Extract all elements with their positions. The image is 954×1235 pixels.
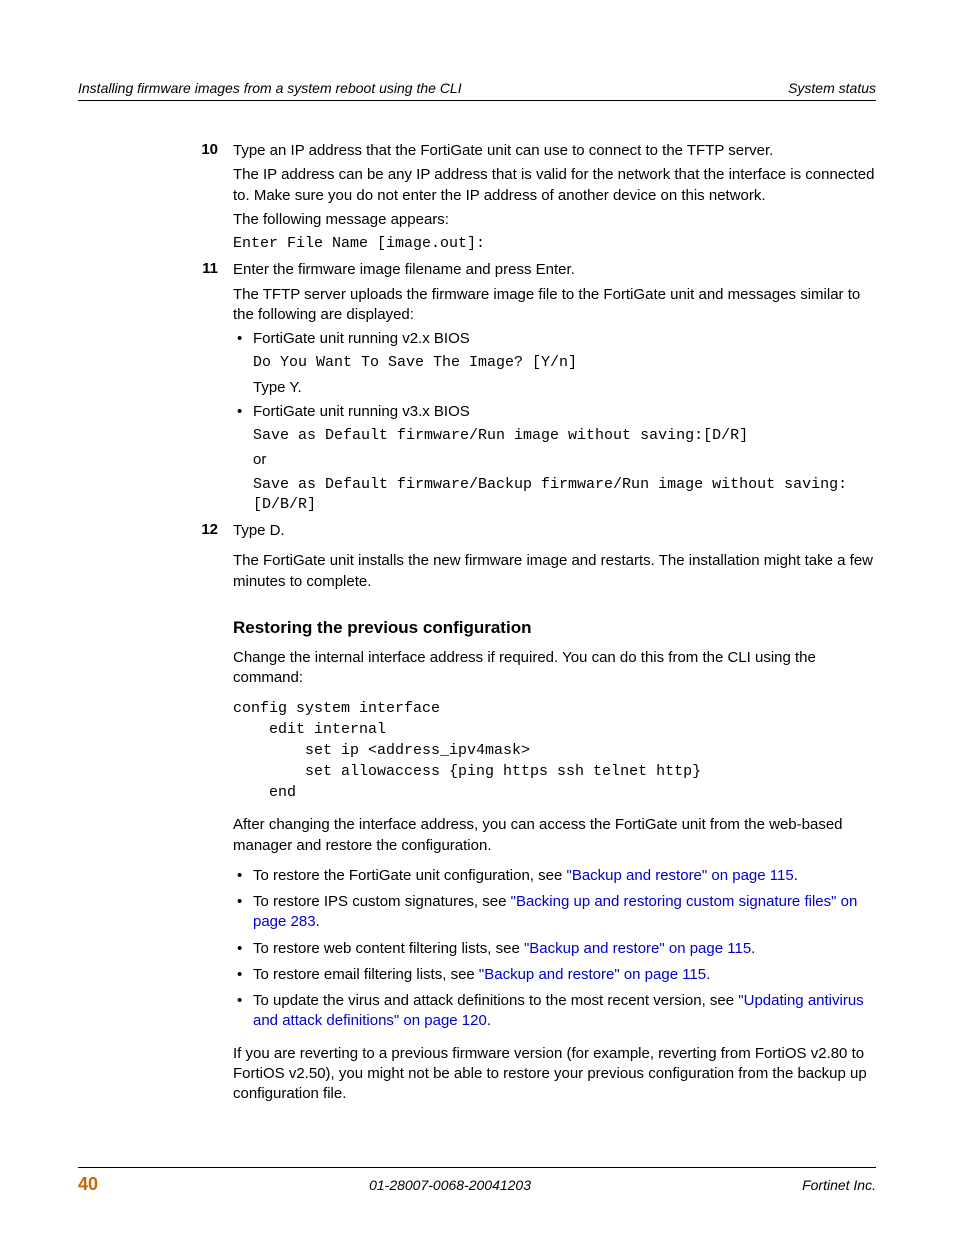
item-text: .	[316, 913, 320, 930]
step-text: or	[253, 450, 876, 470]
step-number: 10	[188, 141, 218, 158]
step-text: The IP address can be any IP address tha…	[233, 165, 876, 206]
list-item: To restore IPS custom signatures, see "B…	[253, 892, 876, 933]
paragraph: If you are reverting to a previous firmw…	[233, 1044, 876, 1105]
step-text: Type Y.	[253, 378, 876, 398]
step-text: The following message appears:	[233, 210, 876, 230]
main-content: 10 Type an IP address that the FortiGate…	[233, 141, 876, 1104]
sub-bullet: FortiGate unit running v3.x BIOS	[253, 402, 876, 422]
header-left: Installing firmware images from a system…	[78, 80, 462, 96]
step-11: 11 Enter the firmware image filename and…	[233, 260, 876, 515]
page-number: 40	[78, 1174, 98, 1195]
item-text: .	[706, 966, 710, 983]
link[interactable]: "Backup and restore" on page 115	[567, 867, 794, 884]
link[interactable]: "Backup and restore" on page 115	[524, 940, 751, 957]
item-text: .	[794, 867, 798, 884]
step-text: Enter the firmware image filename and pr…	[233, 260, 876, 280]
document-id: 01-28007-0068-20041203	[369, 1177, 531, 1193]
step-body: Type D. The FortiGate unit installs the …	[233, 521, 876, 592]
item-text: To update the virus and attack definitio…	[253, 992, 738, 1009]
step-body: Enter the firmware image filename and pr…	[233, 260, 876, 515]
step-text: Type an IP address that the FortiGate un…	[233, 141, 876, 161]
bullet-list: To restore the FortiGate unit configurat…	[253, 866, 876, 1032]
item-text: To restore web content filtering lists, …	[253, 940, 524, 957]
step-number: 12	[188, 521, 218, 538]
item-text: .	[487, 1012, 491, 1029]
code-block: config system interface edit internal se…	[233, 698, 876, 803]
item-text: To restore email filtering lists, see	[253, 966, 479, 983]
section-heading: Restoring the previous configuration	[233, 618, 876, 638]
page-header: Installing firmware images from a system…	[78, 80, 876, 101]
code-line: Save as Default firmware/Backup firmware…	[253, 475, 876, 516]
step-text: The TFTP server uploads the firmware ima…	[233, 285, 876, 326]
step-12: 12 Type D. The FortiGate unit installs t…	[233, 521, 876, 592]
sub-bullet: FortiGate unit running v2.x BIOS	[253, 329, 876, 349]
paragraph: Change the internal interface address if…	[233, 648, 876, 689]
item-text: .	[751, 940, 755, 957]
item-text: To restore IPS custom signatures, see	[253, 893, 511, 910]
step-text: Type D.	[233, 521, 876, 541]
header-right: System status	[788, 80, 876, 96]
code-line: Enter File Name [image.out]:	[233, 234, 876, 254]
company-name: Fortinet Inc.	[802, 1177, 876, 1193]
code-line: Do You Want To Save The Image? [Y/n]	[253, 353, 876, 373]
step-text: The FortiGate unit installs the new firm…	[233, 551, 876, 592]
page-footer: 40 01-28007-0068-20041203 Fortinet Inc.	[78, 1167, 876, 1195]
list-item: To update the virus and attack definitio…	[253, 991, 876, 1032]
item-text: To restore the FortiGate unit configurat…	[253, 867, 567, 884]
list-item: To restore the FortiGate unit configurat…	[253, 866, 876, 886]
step-body: Type an IP address that the FortiGate un…	[233, 141, 876, 254]
step-number: 11	[188, 260, 218, 277]
code-line: Save as Default firmware/Run image witho…	[253, 426, 876, 446]
step-10: 10 Type an IP address that the FortiGate…	[233, 141, 876, 254]
list-item: To restore web content filtering lists, …	[253, 939, 876, 959]
paragraph: After changing the interface address, yo…	[233, 815, 876, 856]
list-item: To restore email filtering lists, see "B…	[253, 965, 876, 985]
link[interactable]: "Backup and restore" on page 115	[479, 966, 706, 983]
